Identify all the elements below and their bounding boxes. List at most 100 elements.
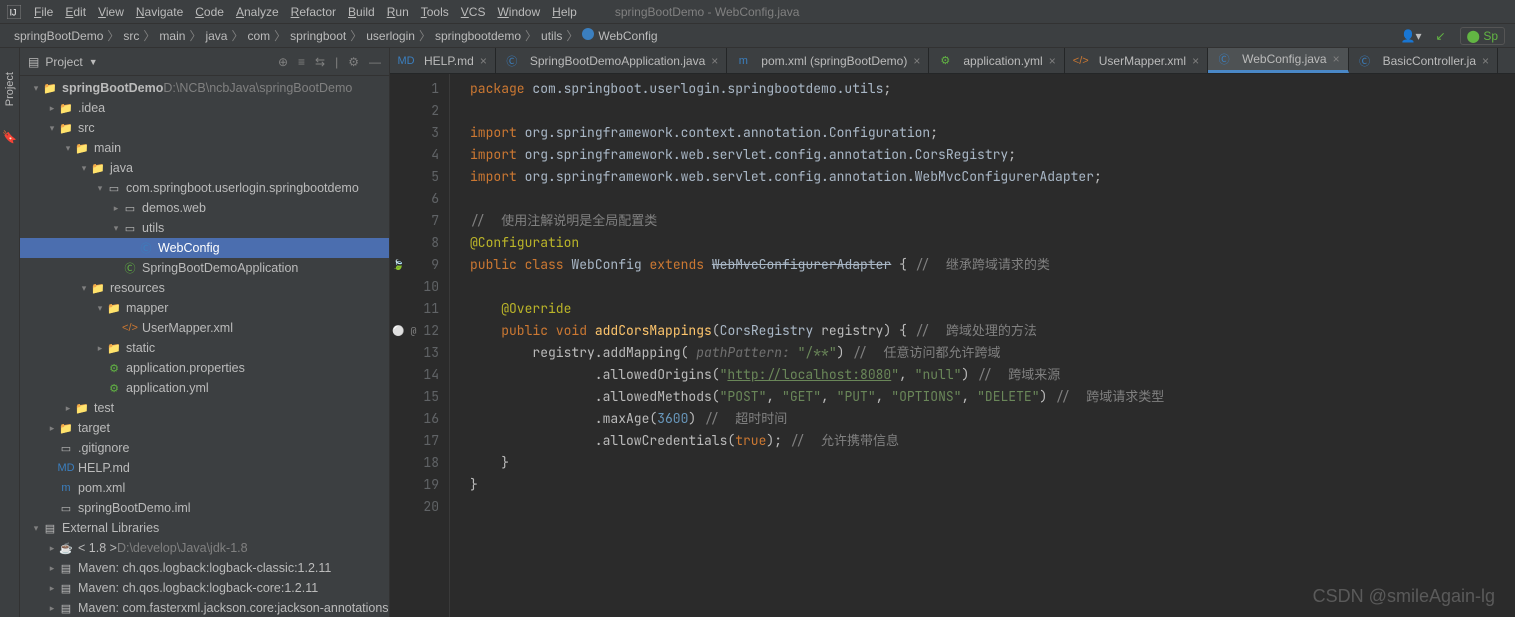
tree-row[interactable]: ▾📁mapper	[20, 298, 389, 318]
code-line[interactable]: }	[470, 452, 1515, 474]
code-line[interactable]: .allowedMethods("POST", "GET", "PUT", "O…	[470, 386, 1515, 408]
crumb-springBootDemo[interactable]: springBootDemo	[10, 27, 107, 45]
menu-navigate[interactable]: Navigate	[130, 3, 189, 21]
twisty-icon[interactable]: ▸	[110, 203, 122, 214]
tree-row[interactable]: ⚙application.properties	[20, 358, 389, 378]
twisty-icon[interactable]: ▾	[78, 163, 90, 174]
tree-row[interactable]: ▸📁.idea	[20, 98, 389, 118]
code-line[interactable]	[470, 100, 1515, 122]
tree-row[interactable]: ▸▭demos.web	[20, 198, 389, 218]
code-line[interactable]: public class WebConfig extends WebMvcCon…	[470, 254, 1515, 276]
tree-row[interactable]: ⒸWebConfig	[20, 238, 389, 258]
menu-file[interactable]: File	[28, 3, 59, 21]
gear-icon[interactable]: ⚙	[348, 55, 359, 69]
tree-row[interactable]: ▭.gitignore	[20, 438, 389, 458]
crumb-src[interactable]: src	[119, 27, 143, 45]
tree-row[interactable]: ⚙application.yml	[20, 378, 389, 398]
tab-application-yml[interactable]: ⚙application.yml×	[929, 48, 1064, 73]
tab-pom-xml-springbootdemo-[interactable]: mpom.xml (springBootDemo)×	[727, 48, 929, 73]
code-line[interactable]	[470, 276, 1515, 298]
tree-row[interactable]: ▭springBootDemo.iml	[20, 498, 389, 518]
twisty-icon[interactable]: ▸	[46, 563, 58, 574]
twisty-icon[interactable]: ▸	[94, 343, 106, 354]
run-config[interactable]: ⬤ Sp	[1460, 27, 1505, 45]
tree-row[interactable]: ▾📁springBootDemo D:\NCB\ncbJava\springBo…	[20, 78, 389, 98]
code-line[interactable]: registry.addMapping( pathPattern: "/**")…	[470, 342, 1515, 364]
code-line[interactable]: .allowCredentials(true); // 允许携带信息	[470, 430, 1515, 452]
tree-row[interactable]: ▸▤Maven: com.fasterxml.jackson.core:jack…	[20, 598, 389, 617]
close-icon[interactable]: ×	[913, 54, 920, 68]
rail-project-label[interactable]: Project	[4, 68, 16, 110]
tree-row[interactable]: ▾▭com.springboot.userlogin.springbootdem…	[20, 178, 389, 198]
menu-refactor[interactable]: Refactor	[285, 3, 342, 21]
code-line[interactable]: @Configuration	[470, 232, 1515, 254]
twisty-icon[interactable]: ▾	[62, 143, 74, 154]
tree-row[interactable]: ▾📁java	[20, 158, 389, 178]
tab-springbootdemoapplication-java[interactable]: ⒸSpringBootDemoApplication.java×	[496, 48, 727, 73]
tab-webconfig-java[interactable]: ⒸWebConfig.java×	[1208, 48, 1349, 73]
sync-icon[interactable]: ⇆	[315, 55, 325, 69]
twisty-icon[interactable]: ▾	[94, 183, 106, 194]
tree-row[interactable]: </>UserMapper.xml	[20, 318, 389, 338]
menu-code[interactable]: Code	[189, 3, 230, 21]
code-line[interactable]: package com.springboot.userlogin.springb…	[470, 78, 1515, 100]
close-icon[interactable]: ×	[480, 54, 487, 68]
bookmark-icon[interactable]: 🔖	[2, 130, 17, 144]
tree-row[interactable]: ▾📁main	[20, 138, 389, 158]
tree-row[interactable]: MDHELP.md	[20, 458, 389, 478]
git-icon[interactable]: ↙	[1435, 29, 1445, 43]
crumb-java[interactable]: java	[201, 27, 231, 45]
twisty-icon[interactable]: ▸	[46, 543, 58, 554]
crumb-springboot[interactable]: springboot	[286, 27, 350, 45]
tree-row[interactable]: ▸📁static	[20, 338, 389, 358]
tree-row[interactable]: ▸📁test	[20, 398, 389, 418]
crumb-main[interactable]: main	[155, 27, 189, 45]
code-line[interactable]	[470, 188, 1515, 210]
twisty-icon[interactable]: ▾	[110, 223, 122, 234]
code-line[interactable]: .allowedOrigins("http://localhost:8080",…	[470, 364, 1515, 386]
code-line[interactable]: import org.springframework.web.servlet.c…	[470, 166, 1515, 188]
twisty-icon[interactable]: ▸	[62, 403, 74, 414]
menu-help[interactable]: Help	[546, 3, 583, 21]
menu-vcs[interactable]: VCS	[455, 3, 492, 21]
gutter-icon[interactable]: 🍃	[392, 254, 404, 276]
tab-basiccontroller-ja[interactable]: ⒸBasicController.ja×	[1349, 48, 1498, 73]
tree-row[interactable]: ▾📁src	[20, 118, 389, 138]
flatten-icon[interactable]: ≡	[298, 55, 305, 69]
twisty-icon[interactable]: ▸	[46, 603, 58, 614]
close-icon[interactable]: ×	[711, 54, 718, 68]
close-icon[interactable]: ×	[1049, 54, 1056, 68]
code-line[interactable]: .maxAge(3600) // 超时时间	[470, 408, 1515, 430]
twisty-icon[interactable]: ▾	[78, 283, 90, 294]
tab-usermapper-xml[interactable]: </>UserMapper.xml×	[1065, 48, 1208, 73]
crumb-WebConfig[interactable]: WebConfig	[578, 27, 661, 45]
twisty-icon[interactable]: ▸	[46, 583, 58, 594]
code-line[interactable]	[470, 496, 1515, 518]
code-line[interactable]: import org.springframework.web.servlet.c…	[470, 144, 1515, 166]
tree-row[interactable]: ▾▤External Libraries	[20, 518, 389, 538]
gutter-icon[interactable]: ⚪ @	[392, 320, 416, 342]
menu-view[interactable]: View	[92, 3, 130, 21]
code-content[interactable]: package com.springboot.userlogin.springb…	[450, 74, 1515, 617]
tree-row[interactable]: ▸▤Maven: ch.qos.logback:logback-classic:…	[20, 558, 389, 578]
user-icon[interactable]: 👤▾	[1401, 29, 1422, 43]
code-editor[interactable]: 123456789🍃101112⚪ @1314151617181920 pack…	[390, 74, 1515, 617]
twisty-icon[interactable]: ▾	[46, 123, 58, 134]
twisty-icon[interactable]: ▸	[46, 103, 58, 114]
menu-analyze[interactable]: Analyze	[230, 3, 285, 21]
twisty-icon[interactable]: ▸	[46, 423, 58, 434]
code-line[interactable]: @Override	[470, 298, 1515, 320]
crumb-com[interactable]: com	[243, 27, 274, 45]
chevron-down-icon[interactable]: ▼	[89, 57, 98, 67]
twisty-icon[interactable]: ▾	[30, 523, 42, 534]
close-icon[interactable]: ×	[1192, 54, 1199, 68]
menu-run[interactable]: Run	[381, 3, 415, 21]
close-icon[interactable]: ×	[1482, 54, 1489, 68]
target-icon[interactable]: ⊕	[278, 55, 288, 69]
code-line[interactable]: }	[470, 474, 1515, 496]
twisty-icon[interactable]: ▾	[30, 83, 42, 94]
project-tree[interactable]: ▾📁springBootDemo D:\NCB\ncbJava\springBo…	[20, 76, 389, 617]
menu-edit[interactable]: Edit	[59, 3, 92, 21]
tree-row[interactable]: ▸▤Maven: ch.qos.logback:logback-core:1.2…	[20, 578, 389, 598]
menu-tools[interactable]: Tools	[415, 3, 455, 21]
